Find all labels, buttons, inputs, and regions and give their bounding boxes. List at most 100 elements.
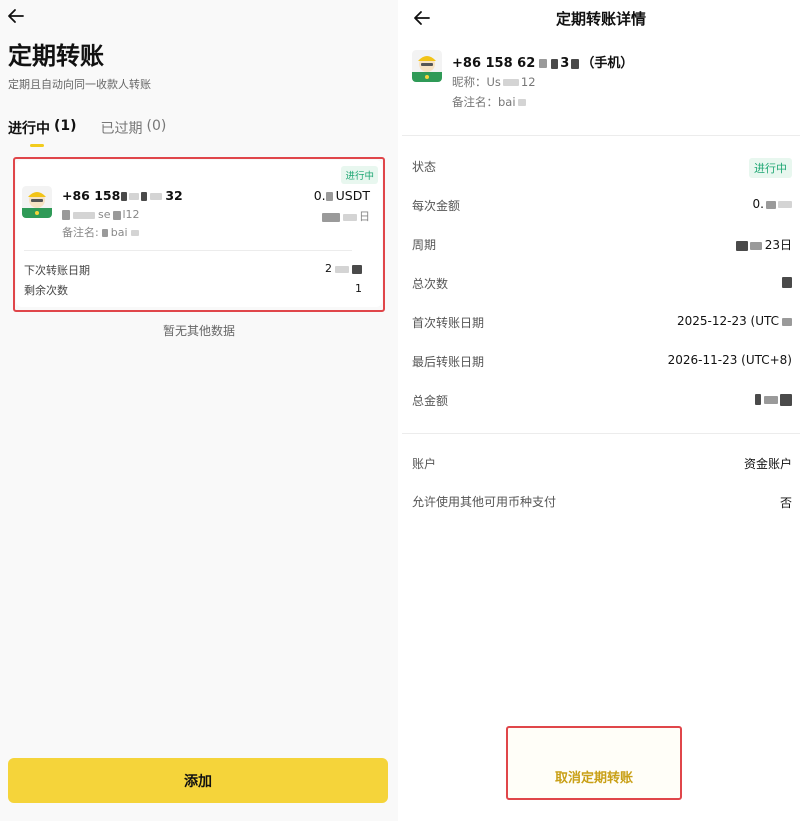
masked-text [325, 192, 333, 201]
masked-text [129, 193, 140, 200]
cycle-label: 周期 [412, 238, 437, 252]
card-phone-suffix: 32 [165, 188, 183, 203]
card-remark-label: 备注名: [62, 226, 99, 239]
card-date-suffix: 日 [359, 210, 370, 223]
detail-nickname-tail: 12 [520, 75, 536, 89]
allow-other-currency-value: 否 [779, 496, 792, 510]
masked-text [766, 200, 776, 209]
masked-text [782, 317, 792, 326]
page-title: 定期转账 [8, 42, 104, 70]
masked-text [322, 212, 340, 222]
card-nickname-tail: l12 [122, 208, 140, 221]
last-date-value: 2026-11-23 (UTC+8) [667, 353, 792, 367]
card-recipient-phone: +86 158 32 [62, 188, 183, 203]
masked-text [112, 210, 121, 220]
detail-nickname-label: 昵称： [452, 75, 487, 89]
next-date-value: 2 [325, 262, 362, 275]
tab-in-progress-label: 进行中 [8, 121, 50, 137]
active-tab-indicator [30, 144, 44, 147]
card-amount-unit: USDT [335, 188, 370, 203]
detail-remark-label: 备注名： [452, 95, 498, 109]
status-badge: 进行中 [341, 166, 378, 184]
recurring-transfer-card[interactable]: 进行中 +86 158 32 0. USDT se l12 日 备注名: bai [16, 160, 382, 307]
detail-page-title: 定期转账详情 [555, 10, 646, 28]
masked-text [778, 201, 792, 208]
tab-in-progress-count: (1) [54, 118, 77, 134]
masked-text [150, 193, 163, 200]
card-date-info: 日 [322, 208, 370, 224]
masked-text [352, 264, 362, 274]
detail-phone-mid: 3 [560, 56, 570, 71]
cycle-suffix: 23日 [764, 238, 792, 252]
card-remark: 备注名: bai [62, 224, 139, 240]
each-amount-label: 每次金额 [412, 199, 461, 213]
detail-recipient-phone: +86 158 62 3 （手机） [452, 52, 633, 71]
first-date-value: 2025-12-23 (UTC [677, 314, 792, 328]
masked-text [782, 277, 792, 288]
next-date-label: 下次转账日期 [24, 264, 90, 277]
masked-text [780, 393, 792, 406]
each-amount-prefix: 0. [752, 197, 764, 211]
remaining-count-label: 剩余次数 [24, 284, 68, 297]
detail-phone-suffix: （手机） [581, 56, 634, 71]
avatar [412, 50, 442, 82]
tab-expired[interactable]: 已过期 (0) [101, 118, 167, 138]
card-amount: 0. USDT [314, 188, 370, 203]
divider [24, 250, 352, 251]
last-date-label: 最后转账日期 [412, 355, 485, 369]
first-date-label: 首次转账日期 [412, 316, 485, 330]
status-tabs: 进行中 (1) 已过期 (0) [8, 118, 166, 138]
tab-in-progress[interactable]: 进行中 (1) [8, 118, 77, 138]
masked-text [73, 211, 95, 219]
total-count-label: 总次数 [412, 277, 449, 291]
detail-nickname: 昵称：Us 12 [452, 74, 536, 90]
masked-text [62, 210, 70, 220]
masked-text [735, 240, 748, 251]
remaining-count-value: 1 [355, 282, 362, 295]
recurring-transfer-list-screen: 定期转账 定期且自动向同一收款人转账 进行中 (1) 已过期 (0) 进行中 +… [0, 0, 398, 821]
total-amount-label: 总金额 [412, 394, 449, 408]
masked-text [571, 58, 580, 69]
masked-text [755, 394, 761, 405]
each-amount-value: 0. [753, 197, 792, 211]
masked-text [101, 229, 108, 237]
cancel-recurring-transfer-button[interactable]: 取消定期转账 [508, 728, 680, 798]
back-arrow-icon[interactable] [6, 6, 26, 26]
card-nickname-partial: se [98, 208, 111, 221]
no-more-data-text: 暂无其他数据 [162, 324, 235, 338]
card-phone-prefix: +86 158 [62, 188, 121, 203]
masked-text [749, 241, 762, 250]
first-date-text: 2025-12-23 (UTC [676, 314, 779, 328]
account-value: 资金账户 [743, 457, 792, 471]
recurring-transfer-detail-screen: 定期转账详情 +86 158 62 3 （手机） 昵称：Us 12 备注名：bai 状… [402, 0, 800, 821]
card-nickname: se l12 [62, 208, 140, 221]
masked-text [343, 213, 357, 221]
masked-text [551, 58, 559, 69]
masked-text [517, 99, 526, 106]
masked-text [130, 230, 139, 236]
card-amount-prefix: 0. [313, 188, 326, 203]
divider [402, 433, 800, 434]
masked-text [141, 192, 148, 201]
status-badge: 进行中 [749, 158, 792, 178]
masked-text [764, 395, 778, 404]
tab-expired-label: 已过期 [100, 121, 143, 137]
cycle-value: 23日 [735, 236, 792, 253]
status-label: 状态 [412, 160, 437, 174]
masked-text [502, 79, 519, 86]
page-subtitle: 定期且自动向同一收款人转账 [8, 78, 151, 91]
detail-phone-prefix: +86 158 62 [452, 56, 536, 71]
add-button[interactable]: 添加 [8, 758, 388, 803]
next-date-prefix: 2 [325, 262, 332, 275]
detail-nickname-value: Us [486, 75, 501, 89]
detail-remark-value: bai [498, 95, 516, 109]
card-remark-value: bai [110, 226, 128, 239]
account-label: 账户 [412, 457, 437, 471]
masked-text [539, 59, 548, 68]
total-count-value [782, 275, 792, 289]
avatar [22, 186, 52, 218]
total-amount-value [755, 392, 792, 406]
masked-text [121, 192, 128, 201]
detail-remark: 备注名：bai [452, 94, 526, 110]
divider [402, 135, 800, 136]
